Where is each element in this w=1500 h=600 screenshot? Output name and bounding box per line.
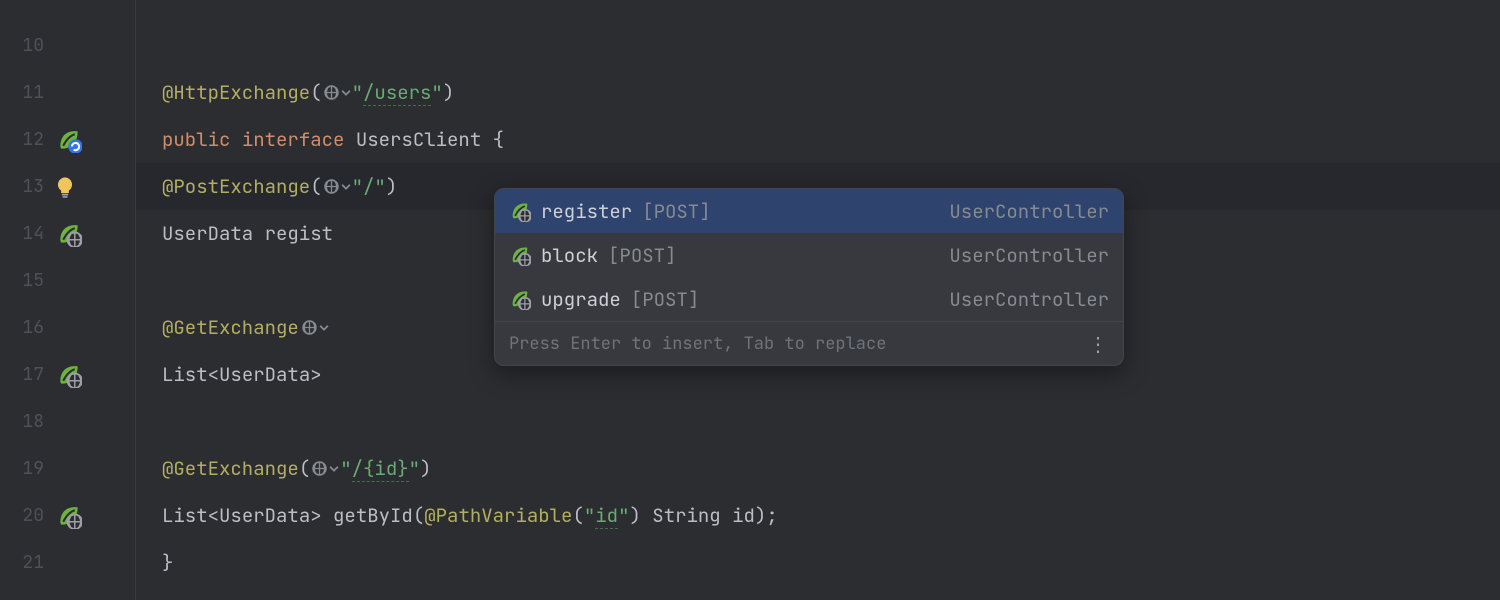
spring-web-icon <box>509 288 531 310</box>
spring-client-icon[interactable] <box>56 127 82 153</box>
completion-item[interactable]: block [POST] UserController <box>495 233 1123 277</box>
completion-owner: UserController <box>949 243 1109 268</box>
line-number: 21 <box>0 551 44 574</box>
url-globe-dropdown[interactable] <box>323 178 351 195</box>
annotation: @GetExchange <box>162 315 299 340</box>
completion-popup[interactable]: register [POST] UserController block [PO… <box>494 188 1124 366</box>
globe-icon <box>311 460 328 477</box>
line-number: 17 <box>0 363 44 386</box>
code-line: public interface UsersClient { <box>136 116 1500 163</box>
spring-web-icon <box>509 200 531 222</box>
code-line: List<UserData> getById(@PathVariable("id… <box>136 492 1500 539</box>
chevron-down-icon <box>341 183 351 191</box>
url-path[interactable]: /{id} <box>352 456 409 482</box>
completion-http-method: [POST] <box>642 199 710 224</box>
code-line <box>136 22 1500 69</box>
url-path[interactable]: /users <box>363 80 431 106</box>
url-globe-dropdown[interactable] <box>301 319 329 336</box>
more-options-icon[interactable]: ⋮ <box>1088 331 1109 357</box>
chevron-down-icon <box>341 89 351 97</box>
gutter: 10 11 12 13 14 15 16 17 18 19 20 21 <box>0 0 136 600</box>
line-number: 19 <box>0 457 44 480</box>
intention-bulb-icon[interactable] <box>52 174 78 200</box>
globe-icon <box>323 84 340 101</box>
annotation: @PostExchange <box>162 174 310 199</box>
line-number: 16 <box>0 316 44 339</box>
completion-http-method: [POST] <box>608 243 676 268</box>
spring-web-icon[interactable] <box>56 362 82 388</box>
chevron-down-icon <box>319 324 329 332</box>
line-number: 20 <box>0 504 44 527</box>
code-line <box>136 398 1500 445</box>
completion-owner: UserController <box>949 199 1109 224</box>
line-number: 12 <box>0 128 44 151</box>
completion-owner: UserController <box>949 287 1109 312</box>
chevron-down-icon <box>329 465 339 473</box>
completion-name: upgrade <box>541 287 621 312</box>
globe-icon <box>301 319 318 336</box>
line-number: 13 <box>0 175 44 198</box>
completion-item[interactable]: upgrade [POST] UserController <box>495 277 1123 321</box>
line-number: 11 <box>0 81 44 104</box>
line-number: 15 <box>0 269 44 292</box>
completion-name: block <box>541 243 598 268</box>
editor-area[interactable]: @HttpExchange("/users") public interface… <box>136 0 1500 600</box>
completion-name: register <box>541 199 632 224</box>
annotation: @GetExchange <box>162 456 299 481</box>
completion-hint: Press Enter to insert, Tab to replace ⋮ <box>495 321 1123 365</box>
line-number: 14 <box>0 222 44 245</box>
spring-web-icon[interactable] <box>56 503 82 529</box>
url-globe-dropdown[interactable] <box>311 460 339 477</box>
globe-icon <box>323 178 340 195</box>
line-number: 18 <box>0 410 44 433</box>
completion-http-method: [POST] <box>631 287 699 312</box>
code-line: @GetExchange("/{id}") <box>136 445 1500 492</box>
url-globe-dropdown[interactable] <box>323 84 351 101</box>
spring-web-icon[interactable] <box>56 221 82 247</box>
code-line: } <box>136 539 1500 586</box>
line-number: 10 <box>0 34 44 57</box>
code-line: @HttpExchange("/users") <box>136 69 1500 116</box>
spring-web-icon <box>509 244 531 266</box>
completion-item[interactable]: register [POST] UserController <box>495 189 1123 233</box>
annotation: @HttpExchange <box>162 80 310 105</box>
